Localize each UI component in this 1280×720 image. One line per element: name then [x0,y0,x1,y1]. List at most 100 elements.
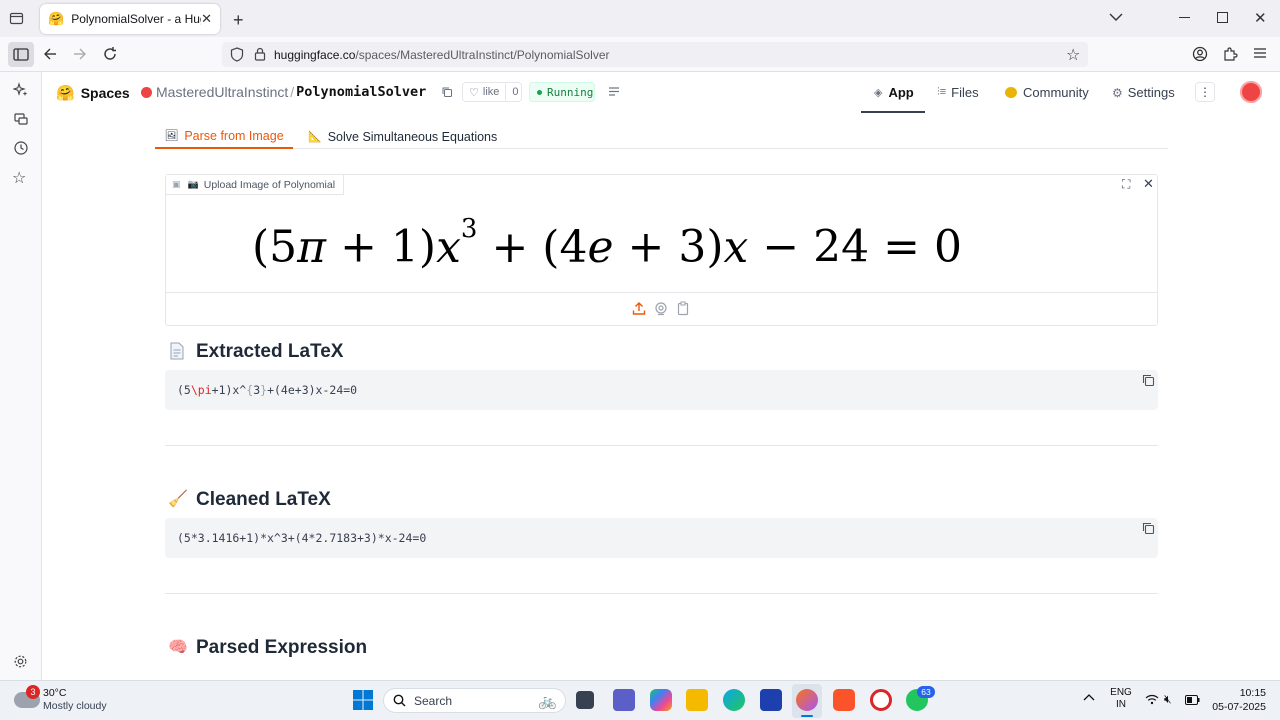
like-button[interactable]: ♡ like 0 [462,82,522,102]
taskbar-search-box[interactable]: Search 🚲 [383,688,566,713]
teams-icon[interactable] [613,689,635,711]
clock[interactable]: 10:15 05-07-2025 [1206,687,1266,713]
brain-icon: 🧠 [168,639,188,656]
user-avatar[interactable] [1240,81,1262,103]
nav-app[interactable]: ◈ App [874,85,914,100]
firefox-icon[interactable] [796,689,818,711]
running-dot-icon [537,89,542,95]
picture-icon: 🖼 [164,130,179,142]
weather-notification-badge: 3 [26,685,40,699]
cleaned-latex-code: (5*3.1416+1)*x^3+(4*2.7183+3)*x-24=0 [177,531,427,545]
synced-tabs-icon[interactable] [13,111,29,127]
tab-solve-simultaneous[interactable]: 📐 Solve Simultaneous Equations [308,124,497,149]
language-bottom: IN [1116,699,1126,710]
document-icon [169,342,185,360]
nav-settings-label: Settings [1127,85,1175,100]
maximize-icon[interactable] [1217,12,1228,23]
nav-community[interactable]: Community [1005,85,1089,100]
bookmark-star-icon[interactable]: ☆ [1066,45,1080,65]
tracking-protection-shield-icon[interactable] [230,47,244,62]
svg-text:(5π + 1)x3 + (4e + 3)x − 24 =: (5π + 1)x3 + (4e + 3)x − 24 = 0 [252,214,962,273]
webcam-icon[interactable] [654,301,668,316]
space-name-link[interactable]: PolynomialSolver [296,84,426,100]
heart-icon: ♡ [469,86,479,99]
fullscreen-icon[interactable]: ⛶ [1122,177,1130,192]
copy-extracted-icon[interactable] [1142,374,1155,387]
tab-list-icon[interactable] [9,11,24,26]
microsoft-store-icon[interactable] [760,689,782,711]
language-top: ENG [1110,687,1132,698]
new-tab-icon[interactable]: + [233,10,244,31]
like-label: like [482,86,500,98]
forward-icon[interactable] [72,46,88,62]
sidebar-toggle-icon[interactable] [8,42,34,67]
more-options-icon[interactable]: ⋮ [1195,82,1215,102]
lock-icon[interactable] [254,47,266,61]
like-count: 0 [512,86,519,98]
clear-image-icon[interactable]: ✕ [1143,176,1154,192]
parsed-expression-heading: Parsed Expression [196,637,368,658]
battery-icon[interactable] [1185,695,1200,705]
close-tab-icon[interactable]: ✕ [201,11,212,27]
nav-app-label: App [888,85,914,100]
edge-icon[interactable] [723,689,745,711]
ai-chatbot-icon[interactable] [13,82,29,98]
windows-start-icon[interactable] [353,690,373,710]
extensions-icon[interactable] [1222,46,1238,62]
minimize-icon[interactable] [1179,17,1190,18]
tab-parse-label: Parse from Image [184,128,284,143]
weather-description[interactable]: Mostly cloudy [43,700,107,712]
history-icon[interactable] [13,140,29,156]
settings-gear-icon: ⚙ [1112,85,1123,100]
wifi-icon[interactable] [1145,694,1159,705]
cleaned-latex-heading: Cleaned LaTeX [196,489,331,510]
like-count-divider [505,83,507,101]
nav-community-label: Community [1023,85,1089,100]
close-window-icon[interactable]: ✕ [1254,9,1267,27]
hugging-face-favicon-icon: 🤗 [48,11,65,26]
volume-muted-icon[interactable]: 🔇︎ [1164,692,1172,707]
app-menu-icon[interactable] [1253,47,1267,59]
extracted-latex-heading: Extracted LaTeX [196,341,344,362]
list-all-tabs-icon[interactable] [1109,12,1123,22]
tab-title: PolynomialSolver - a Hugging F [71,12,201,26]
upload-icon[interactable] [632,301,646,316]
app-circle-icon[interactable] [870,689,892,711]
show-hidden-icons-chevron-icon[interactable] [1083,693,1095,701]
section-divider [165,445,1158,446]
extracted-latex-code: (5\pi+1)x^{3}+(4e+3)x-24=0 [177,383,357,397]
status-label: Running [547,85,594,99]
browser-tab-active[interactable]: 🤗 PolynomialSolver - a Hugging F ✕ [40,4,220,34]
latex-command-token: \pi [190,383,212,397]
task-view-icon[interactable] [576,691,594,709]
language-indicator[interactable]: ENG IN [1108,687,1134,710]
weather-temperature[interactable]: 30°C [43,687,66,699]
space-menu-icon[interactable] [608,86,620,97]
copy-cleaned-icon[interactable] [1142,522,1155,535]
clipboard-icon[interactable] [677,301,689,316]
nav-files[interactable]: ⫶≡ Files [937,85,979,100]
community-bubble-icon [1005,87,1017,98]
breadcrumb-separator: / [290,84,295,100]
copy-space-name-icon[interactable] [441,86,453,98]
copilot-icon[interactable] [650,689,672,711]
file-explorer-icon[interactable] [686,689,708,711]
owner-avatar [141,87,152,98]
account-icon[interactable] [1192,46,1208,62]
latex-token: +1)x^ [211,383,247,397]
back-icon[interactable] [42,46,58,62]
files-icon: ⫶≡ [937,86,947,98]
app-cube-icon: ◈ [874,87,883,99]
brave-icon[interactable] [833,689,855,711]
nav-settings[interactable]: ⚙ Settings [1112,85,1175,100]
upload-label: Upload Image of Polynomial [203,178,336,191]
spaces-link[interactable]: 🤗 Spaces [56,84,130,102]
customize-sidebar-gear-icon[interactable] [13,654,28,669]
upload-panel-divider [166,292,1157,293]
url-host: huggingface.co [274,48,356,62]
bookmarks-star-icon[interactable]: ☆ [12,168,26,188]
reload-icon[interactable] [102,46,118,62]
clock-time: 10:15 [1239,687,1266,699]
tab-parse-from-image[interactable]: 🖼 Parse from Image [155,124,293,149]
owner-link[interactable]: MasteredUltraInstinct [156,84,288,100]
